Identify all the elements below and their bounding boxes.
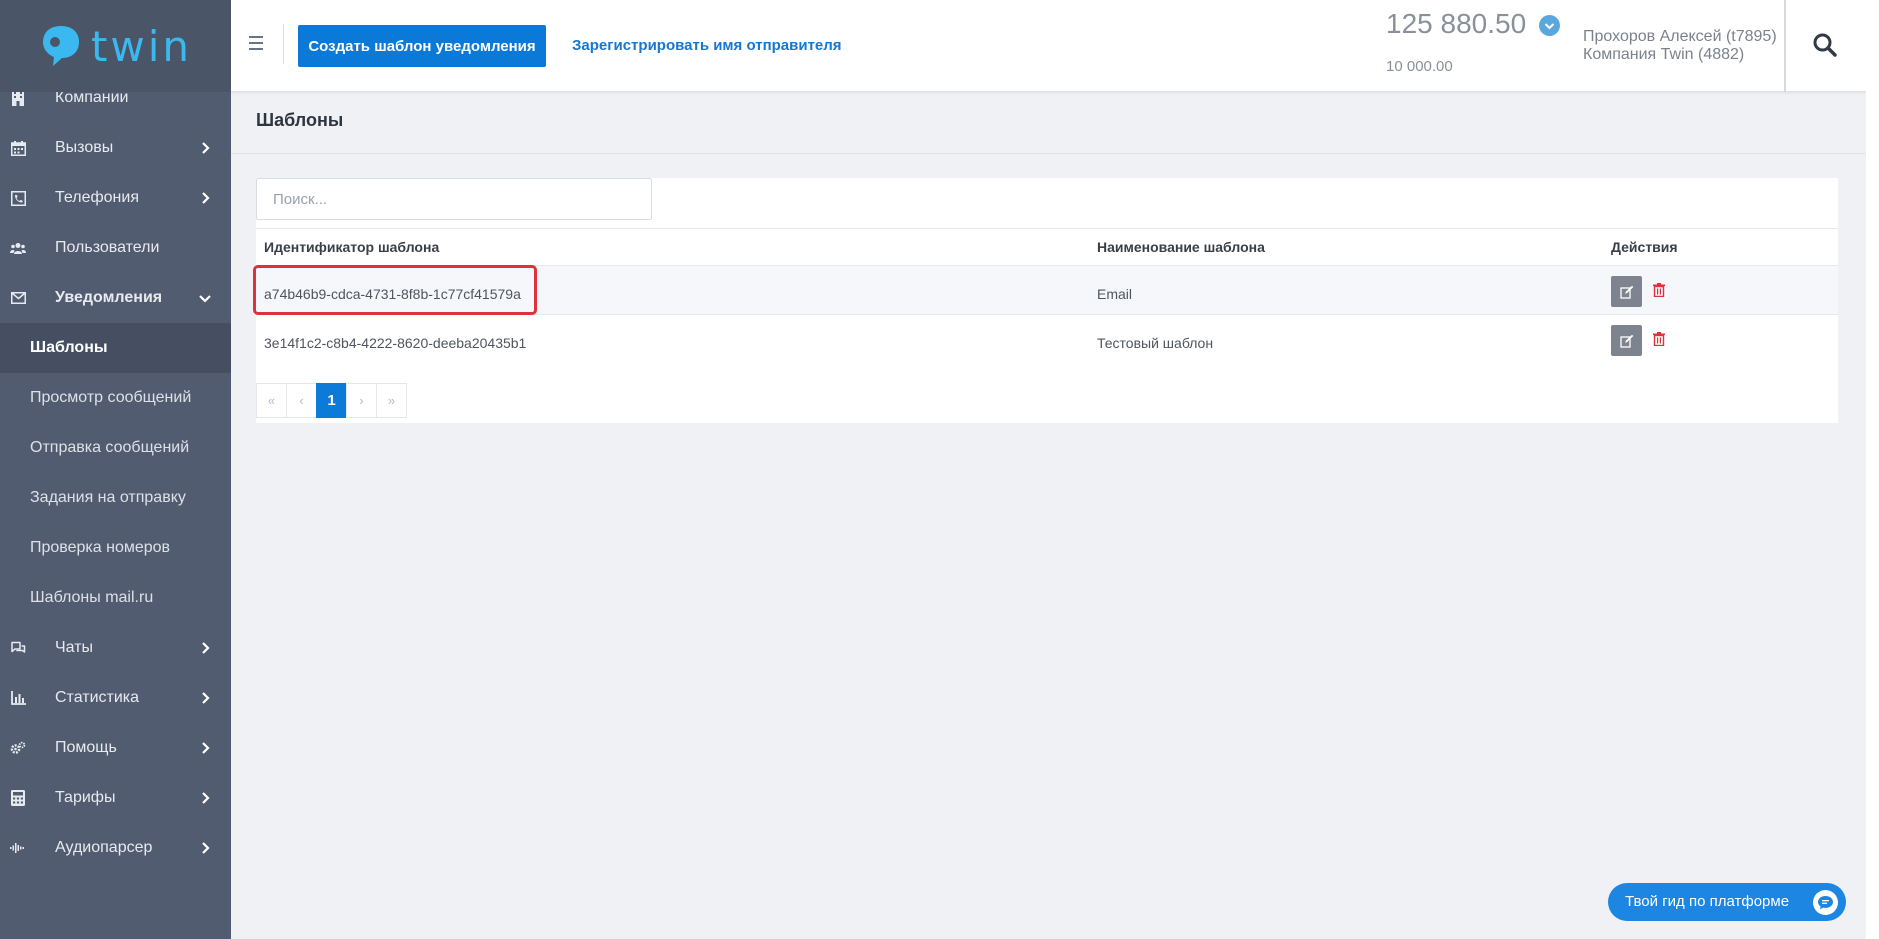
scrollbar[interactable] xyxy=(1866,0,1879,939)
sidebar-item-label: Помощь xyxy=(55,739,117,756)
chevron-right-icon xyxy=(202,842,210,854)
sidebar-item-label: Тарифы xyxy=(55,789,116,806)
sidebar-item-label: Пользователи xyxy=(55,239,160,256)
bar-chart-icon xyxy=(9,689,27,707)
template-id-cell: 3e14f1c2-c8b4-4222-8620-deeba20435b1 xyxy=(264,335,527,351)
sidebar-subitem-mailru-templates[interactable]: Шаблоны mail.ru xyxy=(0,573,231,623)
sidebar-subitem-templates[interactable]: Шаблоны xyxy=(0,323,231,373)
search-icon[interactable] xyxy=(1812,32,1838,58)
header-divider xyxy=(283,24,284,64)
chevron-right-icon xyxy=(202,142,210,154)
sidebar-item-label: Телефония xyxy=(55,189,139,206)
table-header: Идентификатор шаблона Наименование шабло… xyxy=(256,228,1838,266)
chat-icon xyxy=(9,639,27,657)
credit-value: 10 000.00 xyxy=(1386,58,1453,75)
sidebar-item-label: Статистика xyxy=(55,689,140,706)
company-name[interactable]: Компания Twin (4882) xyxy=(1583,46,1744,64)
calculator-icon xyxy=(9,789,27,807)
balance-dropdown-icon[interactable] xyxy=(1539,15,1560,36)
column-header-actions: Действия xyxy=(1611,239,1678,255)
chevron-down-icon xyxy=(199,295,211,303)
page-title: Шаблоны xyxy=(256,110,344,130)
pagination: « ‹ 1 › » xyxy=(256,383,407,418)
pagination-first[interactable]: « xyxy=(256,383,287,418)
edit-icon xyxy=(1619,285,1633,299)
pagination-prev[interactable]: ‹ xyxy=(286,383,317,418)
page-title-bar: Шаблоны xyxy=(231,92,1866,154)
hamburger-menu-icon[interactable] xyxy=(249,36,263,50)
sidebar-subitem-view-messages[interactable]: Просмотр сообщений xyxy=(0,373,231,423)
edit-button[interactable] xyxy=(1611,276,1642,307)
template-name-cell: Email xyxy=(1097,286,1133,302)
sidebar-item-notifications[interactable]: Уведомления xyxy=(0,273,231,323)
trash-icon xyxy=(1653,282,1665,297)
register-sender-link[interactable]: Зарегистрировать имя отправителя xyxy=(572,37,842,54)
sidebar-item-help[interactable]: Помощь xyxy=(0,723,231,773)
table-row[interactable]: a74b46b9-cdca-4731-8f8b-1c77cf41579a Ema… xyxy=(256,266,1838,315)
template-id-cell: a74b46b9-cdca-4731-8f8b-1c77cf41579a xyxy=(264,286,521,302)
trash-icon xyxy=(1653,331,1665,346)
column-header-name[interactable]: Наименование шаблона xyxy=(1097,239,1265,255)
calendar-icon xyxy=(9,139,27,157)
sidebar-item-label: Уведомления xyxy=(55,289,163,306)
edit-button[interactable] xyxy=(1611,325,1642,356)
pagination-current[interactable]: 1 xyxy=(316,383,347,418)
chevron-right-icon xyxy=(202,692,210,704)
users-icon xyxy=(9,239,27,257)
table-row[interactable]: 3e14f1c2-c8b4-4222-8620-deeba20435b1 Тес… xyxy=(256,315,1838,364)
sidebar-subitem-send-messages[interactable]: Отправка сообщений xyxy=(0,423,231,473)
logo[interactable]: twin xyxy=(0,0,231,92)
sidebar-item-calls[interactable]: Вызовы xyxy=(0,123,231,173)
gears-icon xyxy=(9,739,27,757)
sidebar-subitem-number-check[interactable]: Проверка номеров xyxy=(0,523,231,573)
guide-label: Твой гид по платформе xyxy=(1625,893,1790,910)
sidebar-item-tariffs[interactable]: Тарифы xyxy=(0,773,231,823)
sidebar-item-label: Аудиопарсер xyxy=(55,839,153,856)
guide-button[interactable]: Твой гид по платформе xyxy=(1608,883,1846,921)
user-name[interactable]: Прохоров Алексей (t7895) xyxy=(1583,28,1777,46)
chevron-right-icon xyxy=(202,792,210,804)
template-name-cell: Тестовый шаблон xyxy=(1097,335,1214,351)
column-header-id[interactable]: Идентификатор шаблона xyxy=(264,239,439,255)
top-header: Создать шаблон уведомления Зарегистриров… xyxy=(231,0,1866,92)
sidebar-subitem-send-tasks[interactable]: Задания на отправку xyxy=(0,473,231,523)
chevron-right-icon xyxy=(202,742,210,754)
logo-text: twin xyxy=(90,21,193,71)
chevron-right-icon xyxy=(202,642,210,654)
sidebar-item-chats[interactable]: Чаты xyxy=(0,623,231,673)
logo-bubble-icon xyxy=(42,26,79,66)
balance-value: 125 880.50 xyxy=(1386,8,1527,39)
search-input[interactable] xyxy=(256,178,652,220)
sidebar-item-label: Чаты xyxy=(55,639,94,656)
pagination-next[interactable]: › xyxy=(346,383,377,418)
chevron-right-icon xyxy=(202,192,210,204)
pagination-last[interactable]: » xyxy=(376,383,407,418)
phone-icon xyxy=(9,189,27,207)
sidebar-item-statistics[interactable]: Статистика xyxy=(0,673,231,723)
delete-button[interactable] xyxy=(1652,330,1666,347)
delete-button[interactable] xyxy=(1652,281,1666,298)
header-divider-right xyxy=(1784,0,1786,92)
edit-icon xyxy=(1619,334,1633,348)
sidebar-item-users[interactable]: Пользователи xyxy=(0,223,231,273)
sidebar-item-telephony[interactable]: Телефония xyxy=(0,173,231,223)
sidebar: twin Компании Вызовы Телефония Пользоват… xyxy=(0,0,231,939)
templates-card: Идентификатор шаблона Наименование шабло… xyxy=(256,178,1838,423)
sidebar-item-audioparser[interactable]: Аудиопарсер xyxy=(0,823,231,873)
envelope-icon xyxy=(9,289,27,307)
waveform-icon xyxy=(9,839,27,857)
sidebar-item-label: Вызовы xyxy=(55,139,114,156)
create-template-button[interactable]: Создать шаблон уведомления xyxy=(298,25,546,67)
sidebar-nav: Компании Вызовы Телефония Пользователи У… xyxy=(0,73,231,873)
chat-bubble-icon xyxy=(1813,890,1838,915)
